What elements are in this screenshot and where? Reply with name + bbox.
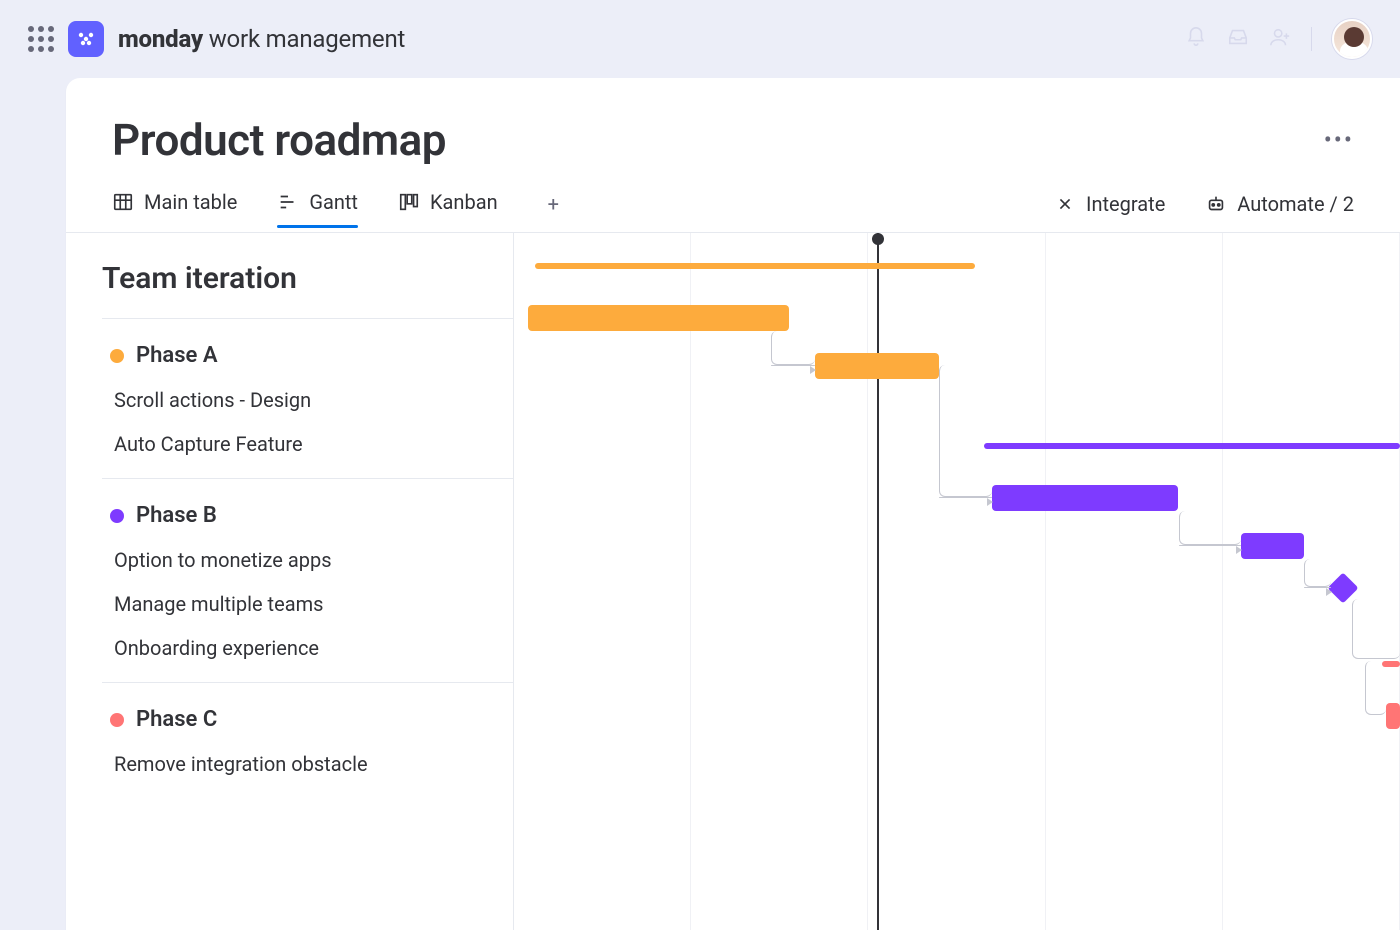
top-bar: monday work management (0, 0, 1400, 78)
phase-name: Phase C (136, 707, 217, 732)
brand-title: monday work management (118, 25, 405, 53)
tab-gantt[interactable]: Gantt (277, 180, 358, 228)
phase-color-dot (110, 349, 124, 363)
left-rail (0, 78, 60, 930)
dependency-arrow (771, 365, 815, 366)
dependency-line (1352, 599, 1400, 659)
dependency-arrow (1304, 587, 1331, 588)
phase-name: Phase A (136, 343, 218, 368)
integrate-icon (1054, 193, 1076, 215)
phase-summary-bar[interactable] (535, 263, 974, 269)
integrate-button[interactable]: Integrate (1054, 192, 1165, 216)
board-more-button[interactable]: ••• (1324, 126, 1354, 154)
group-title: Team iteration (102, 261, 513, 296)
gantt-icon (277, 191, 299, 213)
gantt-gridlines (514, 233, 1400, 930)
notifications-icon[interactable] (1185, 26, 1207, 52)
tab-label: Main table (144, 190, 237, 214)
tab-label: Gantt (309, 190, 358, 214)
tab-main-table[interactable]: Main table (112, 180, 237, 228)
table-icon (112, 191, 134, 213)
phase-color-dot (110, 509, 124, 523)
phase-header[interactable]: Phase A (110, 331, 513, 378)
phase-block-c: Phase C Remove integration obstacle (102, 683, 513, 798)
tab-label: Kanban (430, 190, 498, 214)
today-indicator (877, 233, 879, 930)
phase-block-b: Phase B Option to monetize apps Manage m… (102, 479, 513, 683)
task-row[interactable]: Option to monetize apps (110, 538, 513, 582)
dependency-arrow (939, 497, 992, 498)
top-right-icons (1185, 19, 1372, 59)
automate-label: Automate / 2 (1237, 192, 1354, 216)
phase-name: Phase B (136, 503, 217, 528)
main-layout: Product roadmap ••• Main table Gantt Kan… (0, 78, 1400, 930)
dependency-line (1365, 661, 1386, 715)
task-bar[interactable] (992, 485, 1178, 511)
task-bar[interactable] (815, 353, 939, 379)
gantt-task-list: Team iteration Phase A Scroll actions - … (66, 233, 514, 930)
kanban-icon (398, 191, 420, 213)
task-row[interactable]: Remove integration obstacle (110, 742, 513, 786)
task-row[interactable]: Auto Capture Feature (110, 422, 513, 466)
task-row[interactable]: Manage multiple teams (110, 582, 513, 626)
gantt-chart: Team iteration Phase A Scroll actions - … (66, 232, 1400, 930)
dependency-line (771, 331, 815, 365)
board-title: Product roadmap (112, 114, 446, 166)
phase-block-a: Phase A Scroll actions - Design Auto Cap… (102, 318, 513, 479)
task-bar[interactable] (1241, 533, 1305, 559)
gantt-timeline[interactable] (514, 233, 1400, 930)
invite-user-icon[interactable] (1269, 26, 1291, 52)
dependency-line (1179, 511, 1241, 545)
task-bar[interactable] (528, 305, 788, 331)
user-avatar[interactable] (1332, 19, 1372, 59)
dependency-line (939, 365, 992, 497)
logo-dots-icon (76, 29, 96, 49)
add-view-button[interactable]: + (538, 186, 569, 222)
product-logo[interactable] (68, 21, 104, 57)
dependency-line (1304, 559, 1331, 587)
robot-icon (1205, 193, 1227, 215)
task-row[interactable]: Scroll actions - Design (110, 378, 513, 422)
divider (1311, 27, 1312, 51)
task-row[interactable]: Onboarding experience (110, 626, 513, 670)
integrate-label: Integrate (1086, 192, 1165, 216)
phase-header[interactable]: Phase C (110, 695, 513, 742)
board: Product roadmap ••• Main table Gantt Kan… (66, 78, 1400, 930)
view-tabs: Main table Gantt Kanban + Integrate Auto… (66, 174, 1400, 228)
app-switcher-icon[interactable] (28, 26, 54, 52)
phase-color-dot (110, 713, 124, 727)
board-header: Product roadmap ••• (66, 78, 1400, 174)
tab-kanban[interactable]: Kanban (398, 180, 498, 228)
inbox-icon[interactable] (1227, 26, 1249, 52)
dependency-arrow (1179, 545, 1241, 546)
phase-header[interactable]: Phase B (110, 491, 513, 538)
task-bar[interactable] (1386, 703, 1400, 729)
automate-button[interactable]: Automate / 2 (1205, 192, 1354, 216)
phase-summary-bar[interactable] (984, 443, 1400, 449)
